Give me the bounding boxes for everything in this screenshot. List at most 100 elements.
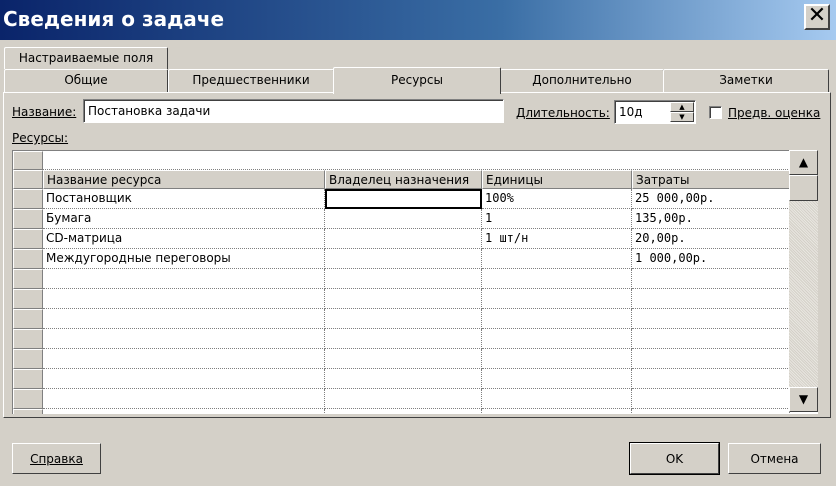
tab-predecessors[interactable]: Предшественники xyxy=(168,69,334,93)
spin-down-icon: ▼ xyxy=(679,113,685,121)
cell-resource-name[interactable]: Постановщик xyxy=(43,189,325,209)
empty-cell[interactable] xyxy=(482,349,632,369)
empty-cell[interactable] xyxy=(325,269,482,289)
tab-general[interactable]: Общие xyxy=(4,69,168,93)
empty-cell[interactable] xyxy=(325,309,482,329)
tab-resources[interactable]: Ресурсы xyxy=(333,67,501,94)
title-bar: Сведения о задаче ✕ xyxy=(0,0,836,40)
empty-cell[interactable] xyxy=(482,389,632,409)
empty-cell[interactable] xyxy=(632,389,790,409)
column-header-resource-name[interactable]: Название ресурса xyxy=(43,170,325,189)
cell-resource-name[interactable]: CD-матрица xyxy=(43,229,325,249)
cell-cost[interactable]: 135,00р. xyxy=(632,209,790,229)
scroll-thumb[interactable] xyxy=(789,175,818,201)
empty-cell[interactable] xyxy=(482,369,632,389)
close-button[interactable]: ✕ xyxy=(804,4,830,30)
row-header[interactable] xyxy=(13,229,43,249)
empty-cell[interactable] xyxy=(43,289,325,309)
duration-spin-down[interactable]: ▼ xyxy=(670,112,694,122)
empty-cell[interactable] xyxy=(43,409,325,414)
name-label: Название: xyxy=(12,105,77,119)
empty-cell[interactable] xyxy=(325,349,482,369)
row-header[interactable] xyxy=(13,389,43,409)
empty-cell[interactable] xyxy=(325,369,482,389)
empty-cell[interactable] xyxy=(482,289,632,309)
empty-cell[interactable] xyxy=(482,329,632,349)
row-header[interactable] xyxy=(13,269,43,289)
scroll-up-icon: ▲ xyxy=(798,155,809,169)
entry-edit-bar[interactable] xyxy=(43,151,790,170)
name-input[interactable]: Постановка задачи xyxy=(83,99,504,123)
column-header-cost[interactable]: Затраты xyxy=(632,170,790,189)
duration-input[interactable]: 10д ▲ ▼ xyxy=(614,100,696,124)
row-header[interactable] xyxy=(13,329,43,349)
cell-assignment-owner[interactable] xyxy=(325,209,482,229)
scroll-down-button[interactable]: ▼ xyxy=(789,387,818,412)
cell-cost[interactable]: 25 000,00р. xyxy=(632,189,790,209)
cell-assignment-owner[interactable] xyxy=(325,189,482,209)
column-header-assignment-owner[interactable]: Владелец назначения xyxy=(325,170,482,189)
cancel-button-label: Отмена xyxy=(750,452,799,466)
empty-cell[interactable] xyxy=(43,349,325,369)
entry-row-header xyxy=(13,151,43,170)
close-icon: ✕ xyxy=(807,3,827,28)
tab-custom-fields[interactable]: Настраиваемые поля xyxy=(4,47,168,69)
cell-resource-name[interactable]: Бумага xyxy=(43,209,325,229)
empty-cell[interactable] xyxy=(325,329,482,349)
empty-cell[interactable] xyxy=(632,269,790,289)
estimate-label: Предв. оценка xyxy=(728,106,821,120)
empty-cell[interactable] xyxy=(482,269,632,289)
help-button[interactable]: Справка xyxy=(12,443,101,474)
cell-units[interactable]: 100% xyxy=(482,189,632,209)
empty-cell[interactable] xyxy=(43,389,325,409)
empty-cell[interactable] xyxy=(632,329,790,349)
cancel-button[interactable]: Отмена xyxy=(728,443,821,474)
empty-cell[interactable] xyxy=(43,309,325,329)
cell-assignment-owner[interactable] xyxy=(325,249,482,269)
select-all-corner[interactable] xyxy=(13,170,43,189)
row-header[interactable] xyxy=(13,209,43,229)
empty-cell[interactable] xyxy=(325,289,482,309)
row-header[interactable] xyxy=(13,349,43,369)
empty-cell[interactable] xyxy=(43,369,325,389)
grid-scrollbar[interactable]: ▲ ▼ xyxy=(789,150,818,412)
empty-cell[interactable] xyxy=(632,349,790,369)
empty-cell[interactable] xyxy=(325,389,482,409)
empty-cell[interactable] xyxy=(632,289,790,309)
resource-grid[interactable]: Название ресурса Владелец назначения Еди… xyxy=(12,150,818,414)
cell-units[interactable]: 1 шт/н xyxy=(482,229,632,249)
empty-cell[interactable] xyxy=(632,369,790,389)
ok-button[interactable]: OK xyxy=(629,442,720,475)
empty-cell[interactable] xyxy=(482,409,632,414)
empty-cell[interactable] xyxy=(43,269,325,289)
scroll-up-button[interactable]: ▲ xyxy=(789,150,818,175)
tab-label: Предшественники xyxy=(192,73,310,87)
column-header-label: Затраты xyxy=(636,173,690,187)
cell-units[interactable]: 1 xyxy=(482,209,632,229)
duration-spin-up[interactable]: ▲ xyxy=(670,102,694,112)
empty-cell[interactable] xyxy=(43,329,325,349)
row-header[interactable] xyxy=(13,189,43,209)
empty-cell[interactable] xyxy=(482,309,632,329)
scroll-down-icon: ▼ xyxy=(798,392,809,406)
cell-resource-name[interactable]: Междугородные переговоры xyxy=(43,249,325,269)
tab-notes[interactable]: Заметки xyxy=(663,69,829,93)
row-header[interactable] xyxy=(13,409,43,414)
tab-advanced[interactable]: Дополнительно xyxy=(500,69,664,93)
resources-label: Ресурсы: xyxy=(12,131,69,145)
cell-units[interactable] xyxy=(482,249,632,269)
tab-label: Дополнительно xyxy=(532,73,632,87)
row-header[interactable] xyxy=(13,249,43,269)
cell-cost[interactable]: 1 000,00р. xyxy=(632,249,790,269)
row-header[interactable] xyxy=(13,289,43,309)
column-header-units[interactable]: Единицы xyxy=(482,170,632,189)
row-header[interactable] xyxy=(13,309,43,329)
empty-cell[interactable] xyxy=(632,409,790,414)
cell-cost[interactable]: 20,00р. xyxy=(632,229,790,249)
empty-cell[interactable] xyxy=(632,309,790,329)
empty-cell[interactable] xyxy=(325,409,482,414)
cell-assignment-owner[interactable] xyxy=(325,229,482,249)
help-button-label: Справка xyxy=(30,452,83,466)
row-header[interactable] xyxy=(13,369,43,389)
estimate-checkbox[interactable] xyxy=(709,106,722,119)
